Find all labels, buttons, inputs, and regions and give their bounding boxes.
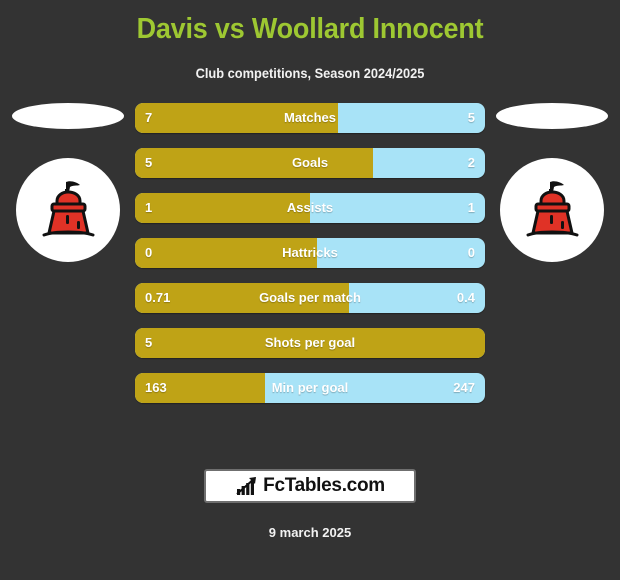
away-value: 247: [453, 380, 475, 395]
brand-name: FcTables.com: [263, 475, 385, 496]
stat-row-matches: 7 Matches 5: [135, 103, 485, 133]
stat-bars-list: 7 Matches 5 5 Goals 2 1 Assists 1 0 Hatt…: [135, 103, 485, 403]
stat-label: Goals: [291, 155, 329, 170]
fctables-brand-badge[interactable]: FcTables.com: [204, 469, 416, 503]
report-date: 9 march 2025: [268, 525, 352, 540]
bar-chart-arrow-icon: [236, 477, 257, 495]
away-value: 5: [467, 110, 475, 125]
away-value: 1: [467, 200, 475, 215]
page-footer: FcTables.com 9 march 2025: [0, 469, 620, 580]
page-title: Davis vs Woollard Innocent: [136, 13, 484, 45]
stat-row-hattricks: 0 Hattricks 0: [135, 238, 485, 268]
home-team-crest-column: [3, 103, 133, 403]
stat-label: Hattricks: [282, 245, 338, 260]
stat-label: Shots per goal: [264, 335, 356, 350]
stat-row-assists: 1 Assists 1: [135, 193, 485, 223]
stat-row-min-per-goal: 163 Min per goal 247: [135, 373, 485, 403]
stat-label: Min per goal: [271, 380, 349, 395]
away-value: 2: [467, 155, 475, 170]
davis-club-crest: [16, 158, 120, 262]
davis-club-logo: [12, 103, 124, 129]
comparison-section: 7 Matches 5 5 Goals 2 1 Assists 1 0 Hatt…: [0, 103, 620, 413]
stat-row-goals-per-match: 0.71 Goals per match 0.4: [135, 283, 485, 313]
page-subtitle: Club competitions, Season 2024/2025: [195, 66, 425, 81]
stat-label: Matches: [283, 110, 337, 125]
away-value: 0.4: [456, 290, 475, 305]
woollard-innocent-club-crest: [500, 158, 604, 262]
woollard-innocent-club-logo: [496, 103, 608, 129]
stat-label: Goals per match: [259, 290, 361, 305]
page-header: Davis vs Woollard Innocent Club competit…: [0, 0, 620, 81]
stat-row-goals: 5 Goals 2: [135, 148, 485, 178]
away-team-crest-column: [487, 103, 617, 403]
tower-crest-icon: [42, 181, 95, 237]
stat-row-shots-per-goal: 5 Shots per goal: [135, 328, 485, 358]
tower-crest-icon: [526, 181, 579, 237]
away-value: 0: [467, 245, 475, 260]
stat-label: Assists: [286, 200, 334, 215]
